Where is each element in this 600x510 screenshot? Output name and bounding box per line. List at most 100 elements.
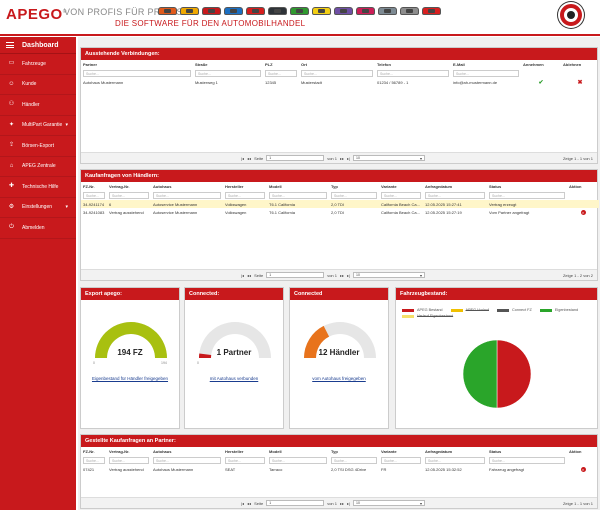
column-header[interactable]: Straße: [193, 60, 263, 69]
column-header[interactable]: Ablehnen: [561, 60, 599, 69]
column-header[interactable]: Variante: [379, 182, 423, 191]
next-page-button[interactable]: ▸▸: [340, 501, 344, 506]
column-header[interactable]: FZ-Nr.: [81, 447, 107, 456]
column-header[interactable]: Autohaus: [151, 182, 223, 191]
column-search-input[interactable]: Suche...: [225, 457, 265, 464]
prev-page-button[interactable]: ◂◂: [247, 156, 251, 161]
column-search-input[interactable]: Suche...: [269, 192, 327, 199]
column-header[interactable]: Telefon: [375, 60, 451, 69]
filter-row: Suche... Suche... Suche... Suche... Suche...…: [81, 69, 599, 78]
column-header[interactable]: Hersteller: [223, 447, 267, 456]
per-page-select[interactable]: 10: [353, 500, 426, 506]
page-input[interactable]: 1: [266, 272, 325, 278]
column-header[interactable]: Variante: [379, 447, 423, 456]
sidebar-dashboard[interactable]: Dashboard: [0, 37, 76, 54]
cancel-request-icon[interactable]: ×: [580, 466, 586, 472]
sidebar-item-logout[interactable]: ⏻ Abmelden: [0, 218, 76, 239]
column-header[interactable]: Vertrag-Nr.: [107, 447, 151, 456]
column-search-input[interactable]: Suche...: [381, 457, 421, 464]
page-input[interactable]: 1: [266, 500, 325, 506]
pie-slice[interactable]: [462, 339, 498, 409]
last-page-button[interactable]: ▸|: [347, 156, 350, 161]
sidebar-item-customer[interactable]: ☺ Kunde: [0, 75, 76, 95]
car-icon: [202, 7, 221, 15]
sidebar-item-vehicle[interactable]: ▭ Fahrzeuge: [0, 54, 76, 75]
column-header[interactable]: Typ: [329, 182, 379, 191]
column-search-input[interactable]: Suche...: [195, 70, 261, 77]
column-search-input[interactable]: Suche...: [265, 70, 297, 77]
column-search-input[interactable]: Suche...: [109, 192, 149, 199]
cancel-request-icon[interactable]: ×: [580, 209, 586, 215]
next-page-button[interactable]: ▸▸: [340, 156, 344, 161]
column-header[interactable]: Aktion: [567, 447, 599, 456]
page-input[interactable]: 1: [266, 155, 325, 161]
first-page-button[interactable]: |◂: [241, 156, 244, 161]
first-page-button[interactable]: |◂: [241, 501, 244, 506]
column-search-input[interactable]: Suche...: [109, 457, 149, 464]
column-header[interactable]: Hersteller: [223, 182, 267, 191]
column-search-input[interactable]: Suche...: [269, 457, 327, 464]
gauge-link[interactable]: vom Autohaus freigegeben: [290, 376, 388, 381]
table-row[interactable]: 07421 Vertrag ausstehend Autohaus Musterma…: [81, 465, 599, 473]
column-header[interactable]: Modell: [267, 447, 329, 456]
column-search-input[interactable]: Suche...: [489, 192, 565, 199]
column-header[interactable]: Autohaus: [151, 447, 223, 456]
table-row[interactable]: 34-9241174 6 Autoservice Mustermann Volkswa…: [81, 200, 599, 208]
sidebar-item-export[interactable]: ⇪ Börsen-Export: [0, 136, 76, 157]
sidebar-item-dealer[interactable]: ⚇ Händler: [0, 95, 76, 116]
column-search-input[interactable]: Suche...: [83, 457, 105, 464]
column-search-input[interactable]: Suche...: [331, 457, 377, 464]
sidebar-item-help[interactable]: ✚ Technische Hilfe: [0, 177, 76, 198]
column-header[interactable]: FZ-Nr.: [81, 182, 107, 191]
gauge-link[interactable]: mit Autohaus verbunden: [185, 376, 283, 381]
prev-page-button[interactable]: ◂◂: [247, 501, 251, 506]
column-search-input[interactable]: Suche...: [83, 192, 105, 199]
table-cell: Fahrzeug angefragt: [489, 466, 524, 472]
column-search-input[interactable]: Suche...: [153, 457, 221, 464]
column-search-input[interactable]: Suche...: [331, 192, 377, 199]
column-search-input[interactable]: Suche...: [489, 457, 565, 464]
column-search-input[interactable]: Suche...: [425, 192, 485, 199]
column-header[interactable]: Status: [487, 182, 567, 191]
last-page-button[interactable]: ▸|: [347, 273, 350, 278]
column-header[interactable]: Ort: [299, 60, 375, 69]
column-search-input[interactable]: Suche...: [153, 192, 221, 199]
column-search-input[interactable]: Suche...: [381, 192, 421, 199]
accept-icon[interactable]: ✔: [538, 80, 543, 86]
column-search-input[interactable]: Suche...: [301, 70, 373, 77]
column-header[interactable]: Anfragedatum: [423, 447, 487, 456]
column-header[interactable]: Partner: [81, 60, 193, 69]
sidebar-item-warranty[interactable]: ✦ MultiPart Garantie ▾: [0, 116, 76, 136]
per-page-select[interactable]: 10: [353, 272, 426, 278]
column-header[interactable]: Annehmen: [521, 60, 561, 69]
next-page-button[interactable]: ▸▸: [340, 273, 344, 278]
column-header[interactable]: PLZ: [263, 60, 299, 69]
column-header[interactable]: Modell: [267, 182, 329, 191]
column-header[interactable]: Vertrag-Nr.: [107, 182, 151, 191]
last-page-button[interactable]: ▸|: [347, 501, 350, 506]
column-header[interactable]: Aktion: [567, 182, 599, 191]
per-page-select[interactable]: 10: [353, 155, 426, 161]
reject-icon[interactable]: ✖: [577, 80, 582, 86]
apego-logo[interactable]: APEGO®: [6, 6, 67, 23]
column-header[interactable]: Anfragedatum: [423, 182, 487, 191]
column-header[interactable]: Status: [487, 447, 567, 456]
column-search-input[interactable]: Suche...: [83, 70, 191, 77]
gauge-link[interactable]: Eigenbestand für Händler freigegeben: [81, 376, 179, 381]
column-header[interactable]: E-Mail: [451, 60, 521, 69]
prev-page-button[interactable]: ◂◂: [247, 273, 251, 278]
table-row[interactable]: 34-9241083 Vertrag ausstehend Autoservice …: [81, 208, 599, 216]
first-page-button[interactable]: |◂: [241, 273, 244, 278]
table-cell: Musterweg 1: [195, 80, 218, 85]
sidebar-item-settings[interactable]: ⚙ Einstellungen ▾: [0, 198, 76, 218]
column-search-input[interactable]: Suche...: [453, 70, 519, 77]
table-cell: Volkswagen: [223, 200, 267, 208]
sidebar-item-headquarters[interactable]: ⌂ APEG Zentrale: [0, 157, 76, 177]
menu-icon[interactable]: [6, 42, 14, 48]
table-row[interactable]: Autohaus Mustermann Musterweg 1 12345 Muste…: [81, 78, 599, 87]
column-search-input[interactable]: Suche...: [225, 192, 265, 199]
pie-slice[interactable]: [496, 339, 532, 409]
column-search-input[interactable]: Suche...: [377, 70, 449, 77]
column-search-input[interactable]: Suche...: [425, 457, 485, 464]
column-header[interactable]: Typ: [329, 447, 379, 456]
